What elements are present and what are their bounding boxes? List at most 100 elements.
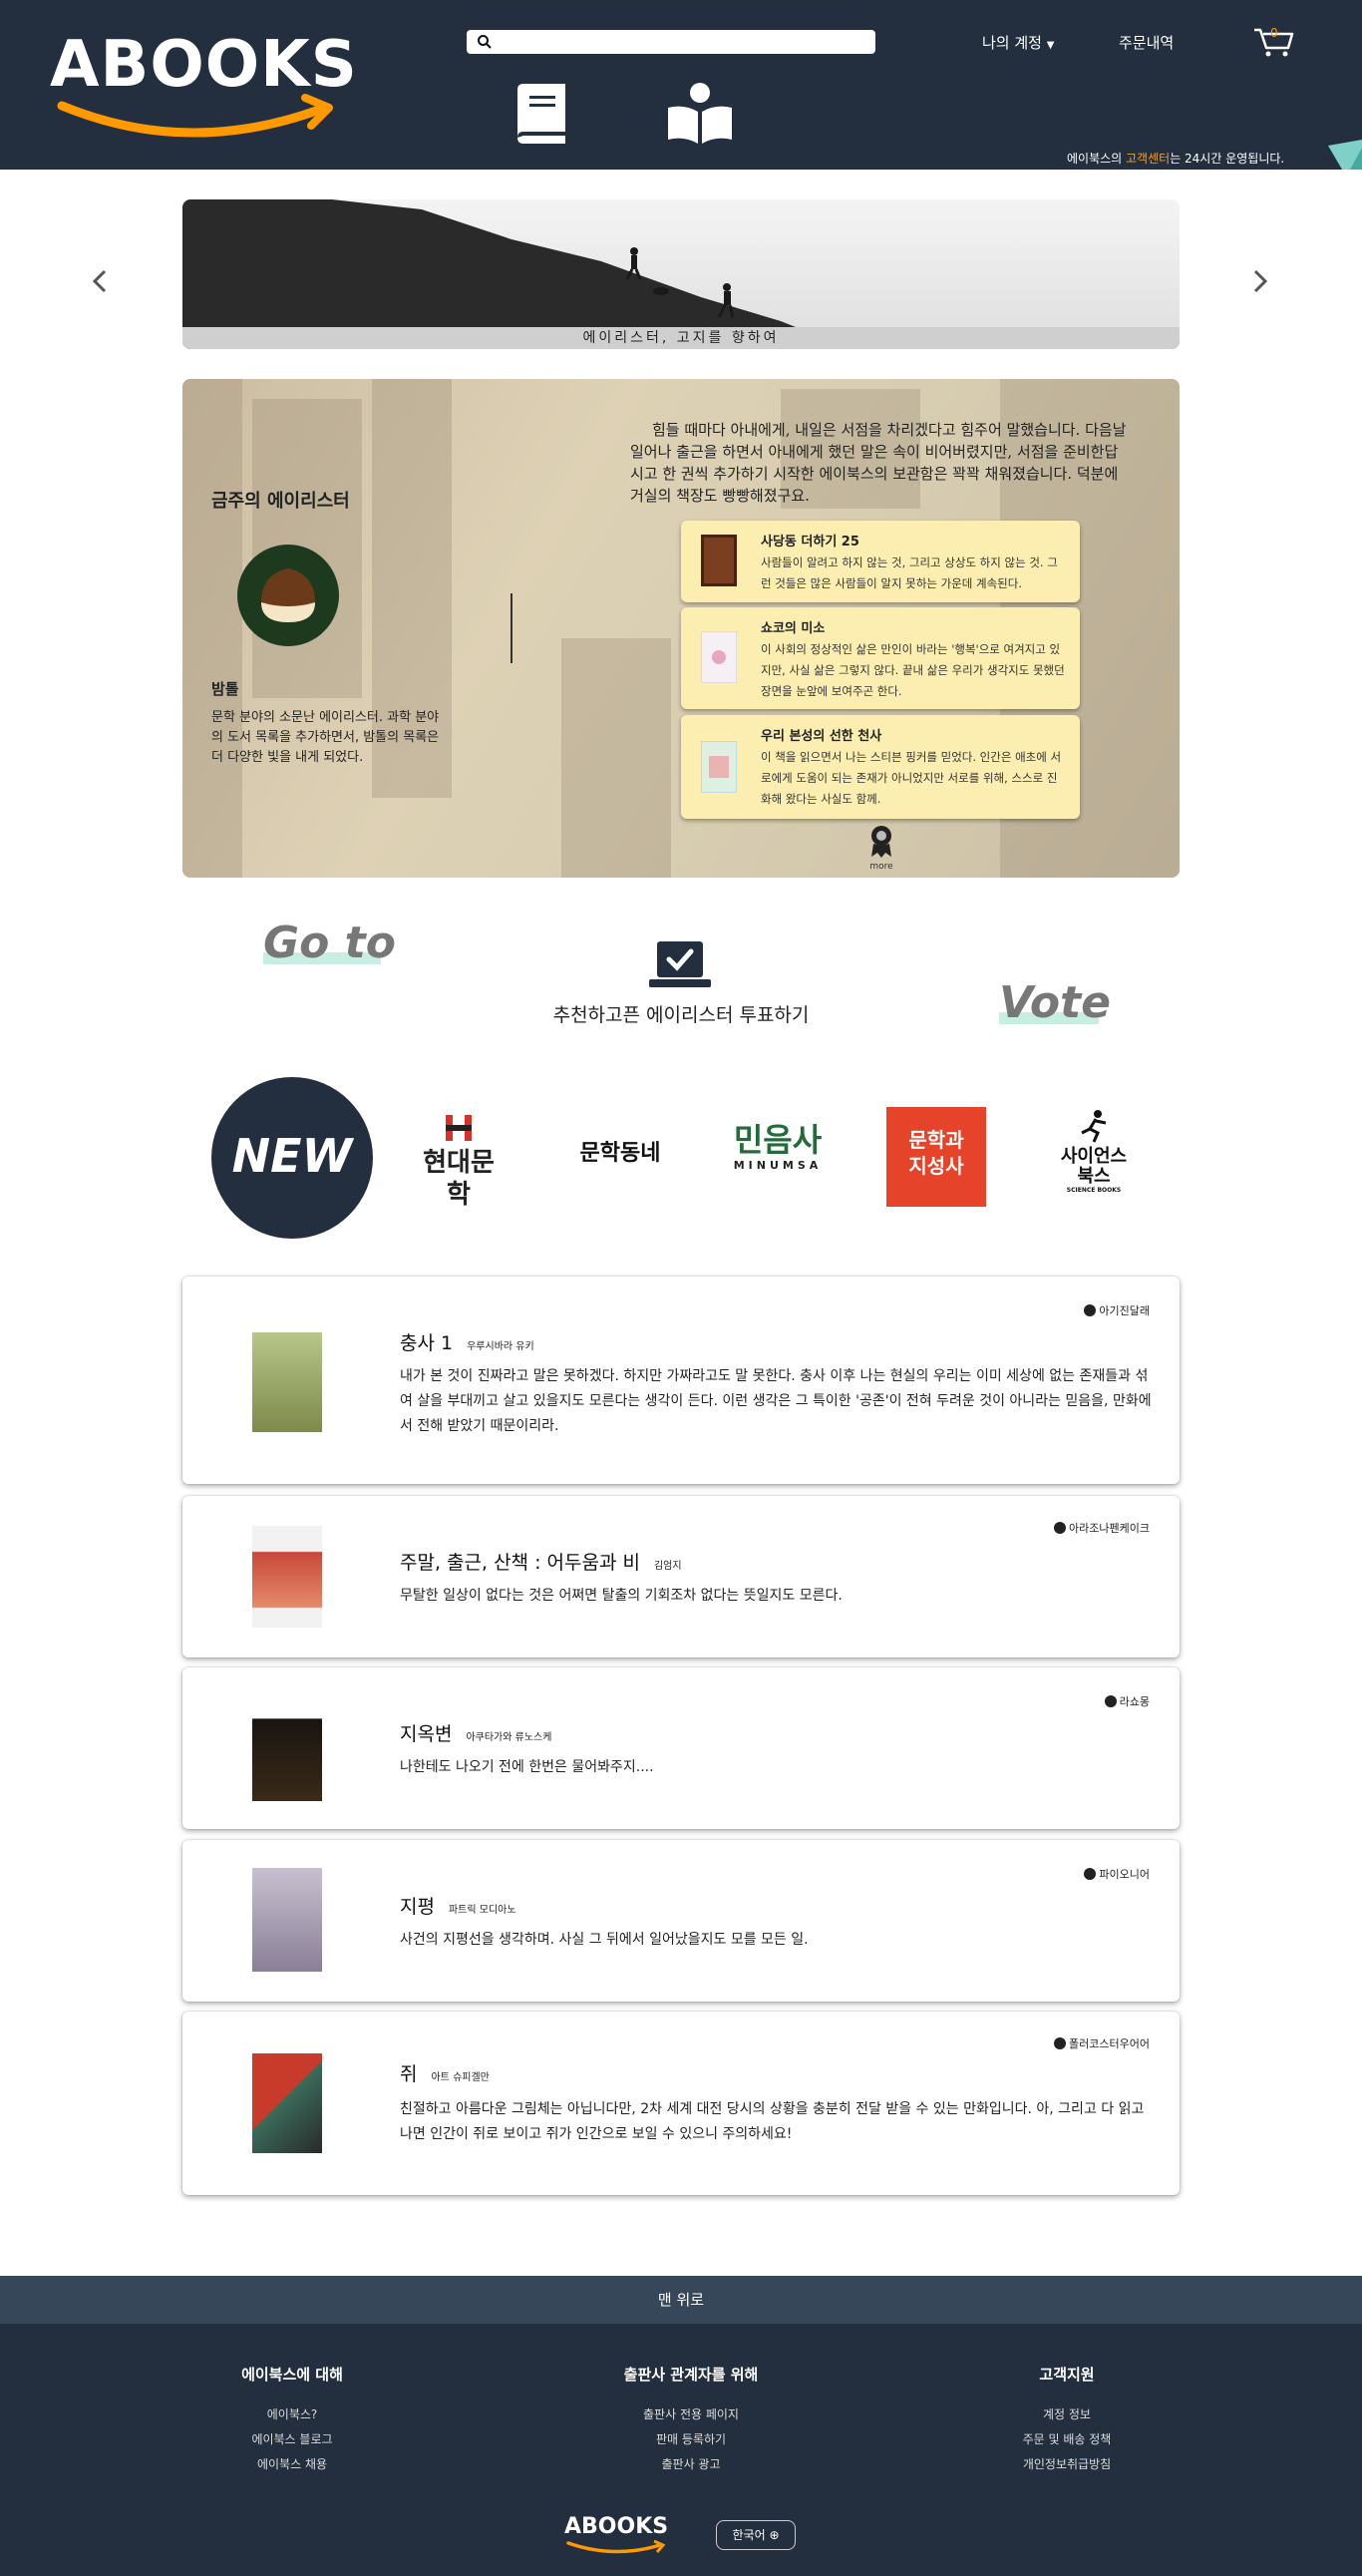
user-icon bbox=[1084, 1304, 1097, 1316]
abooks-logo[interactable]: ABOOKS bbox=[48, 28, 357, 148]
user-name: 폴러코스터우어어 bbox=[1069, 2037, 1150, 2050]
footer-heading: 출판사 관계자를 위해 bbox=[623, 2366, 759, 2384]
divider bbox=[511, 593, 512, 663]
footer-heading: 에이북스에 대해 bbox=[241, 2366, 343, 2384]
moonji-line1: 문학과 bbox=[908, 1128, 964, 1152]
new-publishers-badge[interactable]: NEW bbox=[211, 1077, 373, 1239]
book-title: 사당동 더하기 25 bbox=[761, 535, 859, 550]
carousel-prev-icon[interactable] bbox=[90, 267, 110, 295]
review-title-line: 지평 파트릭 모디아노 bbox=[400, 1892, 516, 1919]
curator-avatar[interactable] bbox=[237, 545, 339, 646]
user-icon bbox=[1104, 1695, 1117, 1707]
reader-icon[interactable] bbox=[666, 82, 734, 146]
back-to-top-button[interactable]: 맨 위로 bbox=[0, 2276, 1362, 2324]
hyundai-label: 현대문학 bbox=[423, 1148, 495, 1210]
footer-link[interactable]: 출판사 전용 페이지 bbox=[581, 2402, 801, 2427]
review-body: 사건의 지평선을 생각하며. 사실 그 뒤에서 일어났을지도 모를 모든 일. bbox=[400, 1932, 809, 1948]
book-cover bbox=[701, 535, 737, 586]
review-card[interactable]: 충사 1 우루시바라 유키 내가 본 것이 진짜라고 말은 못하겠다. 하지만 가… bbox=[182, 1277, 1180, 1484]
footer-link[interactable]: 계정 정보 bbox=[957, 2402, 1177, 2427]
carousel-next-icon[interactable] bbox=[1250, 267, 1270, 295]
book-cover bbox=[252, 2053, 322, 2153]
orders-link[interactable]: 주문내역 bbox=[1119, 32, 1174, 53]
award-ribbon-icon bbox=[871, 826, 891, 858]
review-title-line: 지옥변 아쿠타가와 류노스케 bbox=[400, 1719, 551, 1746]
user-name: 파이오니어 bbox=[1099, 1868, 1150, 1881]
more-button[interactable]: more bbox=[865, 824, 897, 872]
book-cover bbox=[701, 631, 737, 683]
user-icon bbox=[1084, 1868, 1097, 1880]
review-card[interactable]: 지평 파트릭 모디아노 사건의 지평선을 생각하며. 사실 그 뒤에서 일어났을지… bbox=[182, 1840, 1180, 2002]
footer-support: 고객지원 계정 정보 주문 및 배송 정책 개인정보취급방침 bbox=[957, 2364, 1177, 2477]
recommended-book-card[interactable]: 우리 본성의 선한 천사 이 책을 읽으면서 나는 스티븐 핑커를 믿었다. 인… bbox=[681, 715, 1080, 819]
corner-decoration bbox=[1328, 140, 1362, 170]
footer-link[interactable]: 개인정보취급방침 bbox=[957, 2452, 1177, 2477]
footer-heading: 고객지원 bbox=[1039, 2366, 1095, 2384]
review-user[interactable]: 파이오니어 bbox=[1084, 1866, 1150, 1882]
book-icon[interactable] bbox=[511, 82, 569, 146]
book-blurb: 사람들이 알려고 하지 않는 것, 그리고 상상도 하지 않는 것. 그런 것들… bbox=[761, 555, 1058, 590]
footer-publishers: 출판사 관계자를 위해 출판사 전용 페이지 판매 등록하기 출판사 광고 bbox=[581, 2364, 801, 2477]
book-cover bbox=[701, 741, 737, 793]
more-label: more bbox=[869, 862, 893, 872]
review-body: 친절하고 아름다운 그림체는 아닙니다만, 2차 세계 대전 당시의 상황을 충… bbox=[400, 2101, 1145, 2142]
curator-of-week-title: 금주의 에이리스터 bbox=[211, 491, 350, 512]
review-user[interactable]: 아라조나펜케이크 bbox=[1054, 1520, 1150, 1536]
review-user[interactable]: 폴러코스터우어어 bbox=[1054, 2035, 1150, 2051]
footer-link[interactable]: 판매 등록하기 bbox=[581, 2427, 801, 2452]
book-author: 파트릭 모디아노 bbox=[448, 1905, 516, 1916]
support-notice: 에이북스의 고객센터는 24시간 운영됩니다. bbox=[1067, 150, 1284, 167]
footer-link[interactable]: 에이북스 채용 bbox=[182, 2452, 402, 2477]
review-title-line: 주말, 출근, 산책 : 어두움과 비 김엄지 bbox=[400, 1548, 682, 1575]
account-menu[interactable]: 나의 계정 ▼ bbox=[982, 32, 1054, 53]
new-label: NEW bbox=[231, 1129, 353, 1183]
review-card[interactable]: 지옥변 아쿠타가와 류노스케 나한테도 나오기 전에 한번은 물어봐주지.... … bbox=[182, 1667, 1180, 1829]
book-title: 지옥변 bbox=[400, 1723, 453, 1745]
footer-logo[interactable]: ABOOKS bbox=[564, 2515, 668, 2557]
book-cover bbox=[252, 1526, 322, 1628]
book-author: 김엄지 bbox=[653, 1561, 682, 1572]
hyundai-h-logo bbox=[446, 1115, 472, 1141]
recommended-book-card[interactable]: 쇼코의 미소 이 사회의 정상적인 삶은 만인이 바라는 '행복'으로 여겨지고… bbox=[681, 607, 1080, 709]
science-line2: 북스 bbox=[1077, 1166, 1111, 1187]
review-card[interactable]: 쥐 아트 슈피겔만 친절하고 아름다운 그림체는 아닙니다만, 2차 세계 대전 … bbox=[182, 2012, 1180, 2195]
science-line1: 사이언스 bbox=[1060, 1146, 1128, 1167]
footer-link[interactable]: 주문 및 배송 정책 bbox=[957, 2427, 1177, 2452]
publisher-minumsa[interactable]: 민음사 MINUMSA bbox=[726, 1121, 830, 1172]
footer-link[interactable]: 에이북스 블로그 bbox=[182, 2427, 402, 2452]
book-author: 아트 슈피겔만 bbox=[431, 2072, 490, 2083]
review-card[interactable]: 주말, 출근, 산책 : 어두움과 비 김엄지 무탈한 일상이 없다는 것은 어쩌… bbox=[182, 1496, 1180, 1657]
vote-text: Vote bbox=[999, 977, 1111, 1028]
publisher-science-books[interactable]: 사이언스 북스 SCIENCE BOOKS bbox=[1049, 1109, 1139, 1194]
goto-text: Go to bbox=[263, 918, 396, 968]
curator-quote: 힘들 때마다 아내에게, 내일은 서점을 차리겠다고 힘주어 말했습니다. 다음… bbox=[630, 421, 1127, 505]
book-title: 쥐 bbox=[400, 2063, 418, 2085]
footer-logo-text: ABOOKS bbox=[564, 2514, 669, 2539]
publisher-moonji[interactable]: 문학과 지성사 bbox=[886, 1107, 986, 1207]
book-title: 주말, 출근, 산책 : 어두움과 비 bbox=[400, 1552, 640, 1574]
curator-name: 밤톨 bbox=[211, 680, 239, 698]
recommended-book-card[interactable]: 사당동 더하기 25 사람들이 알려고 하지 않는 것, 그리고 상상도 하지 … bbox=[681, 521, 1080, 602]
footer-link[interactable]: 에이북스? bbox=[182, 2402, 402, 2427]
vote-curator-link[interactable]: 추천하고픈 에이리스터 투표하기 bbox=[547, 1000, 815, 1027]
logo-smile-icon bbox=[566, 2539, 666, 2554]
review-user[interactable]: 라쇼몽 bbox=[1104, 1693, 1150, 1709]
publisher-munhakdongne[interactable]: 문학동네 bbox=[570, 1135, 670, 1167]
search-input[interactable] bbox=[467, 30, 875, 54]
vote-label: Vote bbox=[999, 977, 1111, 1028]
vote-box-icon[interactable] bbox=[649, 939, 711, 987]
hero-banner[interactable]: 에이리스터, 고지를 향하여 bbox=[182, 199, 1180, 349]
support-center-link[interactable]: 고객센터 bbox=[1126, 152, 1170, 166]
review-user[interactable]: 아기진달래 bbox=[1084, 1302, 1150, 1318]
user-icon bbox=[1054, 2037, 1067, 2049]
language-selector[interactable]: 한국어 ⊕ bbox=[716, 2520, 796, 2550]
footer-link[interactable]: 출판사 광고 bbox=[581, 2452, 801, 2477]
book-author: 우루시바라 유키 bbox=[467, 1341, 534, 1352]
publisher-hyundai[interactable]: 현대문학 bbox=[414, 1113, 504, 1211]
goto-label: Go to bbox=[263, 918, 396, 968]
user-name: 아라조나펜케이크 bbox=[1069, 1522, 1150, 1535]
book-cover bbox=[252, 1332, 322, 1432]
science-small: SCIENCE BOOKS bbox=[1066, 1187, 1122, 1194]
book-blurb: 이 책을 읽으면서 나는 스티븐 핑커를 믿었다. 인간은 애초에 서로에게 도… bbox=[761, 750, 1062, 806]
logo-smile-icon bbox=[57, 94, 333, 138]
